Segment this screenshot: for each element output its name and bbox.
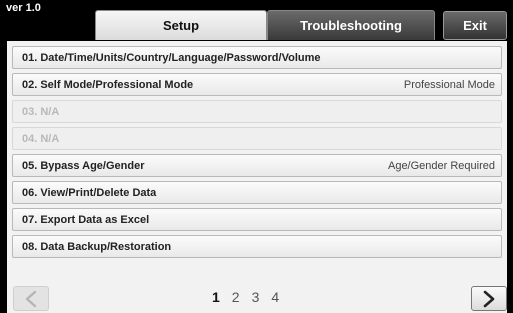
menu-item-bypass-age-gender[interactable]: 05. Bypass Age/Gender Age/Gender Require… xyxy=(12,154,502,177)
menu-item-label: 03. N/A xyxy=(22,105,60,118)
page-number-2[interactable]: 2 xyxy=(232,289,240,305)
page-numbers: 1 2 3 4 xyxy=(212,289,279,305)
tab-setup-label: Setup xyxy=(162,18,200,33)
menu-item-value: Age/Gender Required xyxy=(387,159,495,172)
chevron-right-icon xyxy=(483,290,495,307)
menu-item-mode[interactable]: 02. Self Mode/Professional Mode Professi… xyxy=(12,73,502,96)
exit-button-label: Exit xyxy=(463,18,487,33)
page-number-4[interactable]: 4 xyxy=(271,289,279,305)
menu-item-export-excel[interactable]: 07. Export Data as Excel xyxy=(12,208,502,231)
menu-item-label: 07. Export Data as Excel xyxy=(22,213,150,226)
menu-item-label: 06. View/Print/Delete Data xyxy=(22,186,157,199)
menu-item-label: 01. Date/Time/Units/Country/Language/Pas… xyxy=(22,51,321,64)
pagination: 1 2 3 4 xyxy=(7,283,507,313)
page-number-1[interactable]: 1 xyxy=(212,289,220,305)
menu-item-value: Professional Mode xyxy=(403,78,495,91)
menu-item-backup-restoration[interactable]: 08. Data Backup/Restoration xyxy=(12,235,502,258)
menu-item-label: 08. Data Backup/Restoration xyxy=(22,240,172,253)
chevron-left-icon xyxy=(25,290,37,307)
setup-panel: 01. Date/Time/Units/Country/Language/Pas… xyxy=(7,41,507,313)
page-number-3[interactable]: 3 xyxy=(252,289,260,305)
menu-item-na-04: 04. N/A xyxy=(12,127,502,150)
tab-troubleshooting-label: Troubleshooting xyxy=(300,18,402,33)
setup-menu-list: 01. Date/Time/Units/Country/Language/Pas… xyxy=(12,46,502,262)
top-bar: ver 1.0 Setup Troubleshooting Exit xyxy=(0,0,513,44)
menu-item-label: 05. Bypass Age/Gender xyxy=(22,159,145,172)
prev-page-button[interactable] xyxy=(13,286,49,311)
tab-setup[interactable]: Setup xyxy=(95,10,267,40)
menu-item-date-time-units[interactable]: 01. Date/Time/Units/Country/Language/Pas… xyxy=(12,46,502,69)
menu-item-na-03: 03. N/A xyxy=(12,100,502,123)
menu-item-label: 04. N/A xyxy=(22,132,60,145)
menu-item-view-print-delete[interactable]: 06. View/Print/Delete Data xyxy=(12,181,502,204)
tab-troubleshooting[interactable]: Troubleshooting xyxy=(267,10,435,40)
menu-item-label: 02. Self Mode/Professional Mode xyxy=(22,78,194,91)
next-page-button[interactable] xyxy=(471,286,507,311)
version-label: ver 1.0 xyxy=(6,2,41,14)
exit-button[interactable]: Exit xyxy=(443,11,507,40)
